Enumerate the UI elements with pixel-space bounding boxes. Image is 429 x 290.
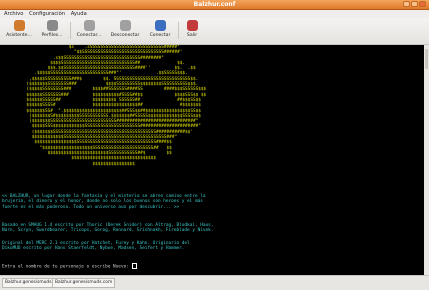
menu-bar: Archivo Configuración Ayuda — [0, 10, 429, 18]
window-title: Balzhur.conf — [193, 1, 236, 8]
exit-button[interactable]: Salir — [182, 20, 202, 42]
session-tab-bar: Balzhur.genesismuds.com Balzhur.genesism… — [0, 275, 429, 290]
exit-label: Salir — [186, 33, 198, 38]
maximize-button[interactable] — [411, 1, 418, 7]
merc-credits: Original del MERC 2.1 escrito por Hatche… — [2, 241, 190, 252]
wizard-button[interactable]: Asistente... — [4, 20, 34, 42]
toolbar: Asistente... Perfiles... Conectar... Des… — [0, 18, 429, 45]
profiles-icon — [46, 20, 58, 31]
wizard-label: Asistente... — [6, 33, 32, 38]
ascii-art-logo: $s .sSSSSSSSSSSSSSSSSSSSSSSSSSSSS#####" … — [26, 45, 207, 167]
smaug-credits: Basado en SMAUG 1.4 escrito por Thoric (… — [2, 223, 214, 234]
connect-button[interactable]: Conectar... — [74, 20, 104, 42]
reconnect-icon — [154, 20, 166, 31]
scrollbar-thumb[interactable] — [425, 49, 428, 69]
disconnect-icon — [119, 20, 131, 31]
menu-archivo[interactable]: Archivo — [4, 10, 23, 18]
connect-label: Conectar... — [76, 33, 102, 38]
toolbar-separator — [178, 22, 179, 39]
intro-text: << BALZHUR, un lugar donde la fantasía y… — [2, 194, 412, 210]
prompt-text: Entra el nombre de tu personaje o escrib… — [2, 264, 132, 270]
terminal-output[interactable]: $s .sSSSSSSSSSSSSSSSSSSSSSSSSSSSS#####" … — [0, 45, 424, 275]
address-book-icon — [13, 20, 25, 31]
disconnect-button[interactable]: Desconectar — [108, 20, 142, 42]
login-prompt[interactable]: Entra el nombre de tu personaje o escrib… — [2, 263, 412, 270]
title-bar: Balzhur.conf — [0, 0, 429, 10]
intro-line-2: brujería, el dinero y el honor, donde no… — [2, 199, 203, 205]
close-button[interactable] — [419, 1, 426, 7]
text-cursor[interactable] — [131, 263, 137, 269]
reconnect-button[interactable]: Conectar — [146, 20, 174, 42]
profiles-label: Perfiles... — [41, 33, 63, 38]
menu-ayuda[interactable]: Ayuda — [71, 10, 87, 18]
minimize-button[interactable] — [403, 1, 410, 7]
intro-line-3: fuerte es el más poderoso. Todo un unive… — [2, 204, 180, 210]
client-window: Balzhur.conf Archivo Configuración Ayuda… — [0, 0, 429, 290]
connect-icon — [83, 20, 95, 31]
reconnect-label: Conectar — [149, 33, 171, 38]
profiles-button[interactable]: Perfiles... — [38, 20, 66, 42]
session-tab-2[interactable]: Balzhur.genesismuds.com — [52, 278, 116, 288]
terminal-scrollbar[interactable] — [424, 45, 429, 275]
menu-configuracion[interactable]: Configuración — [29, 10, 65, 18]
toolbar-separator — [70, 22, 71, 39]
exit-icon — [186, 20, 198, 31]
disconnect-label: Desconectar — [110, 33, 140, 38]
